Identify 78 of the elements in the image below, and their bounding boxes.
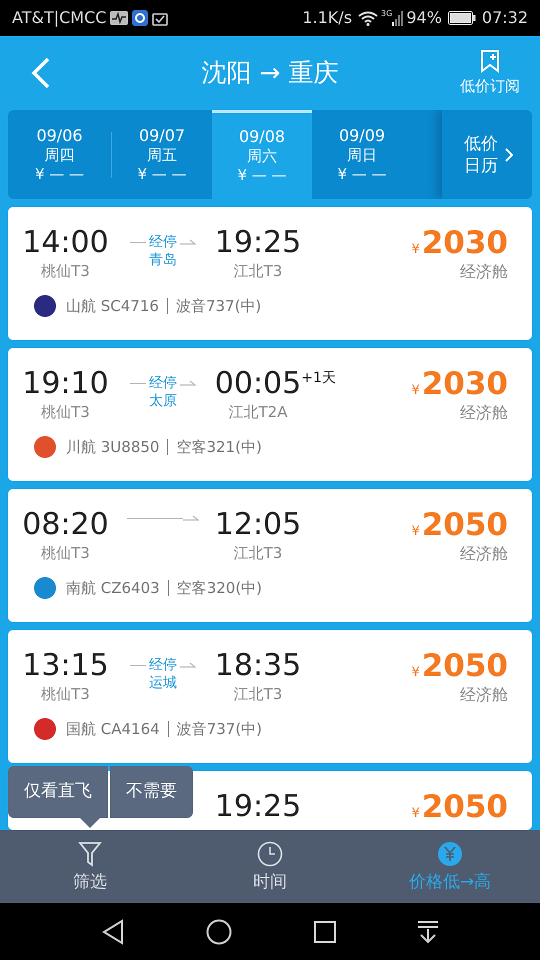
arrival-airport: 江北T3 <box>234 684 282 704</box>
route-title: 沈阳 → 重庆 <box>202 57 338 90</box>
battery-percent: 94% <box>406 7 442 29</box>
home-nav-icon[interactable] <box>206 918 232 944</box>
flight-card[interactable]: 08:20 桃仙T3 12:05 江北T3 ¥2050 经济舱 南航 CZ6403 空客320(中) <box>8 489 532 622</box>
price: ¥2030 <box>411 366 508 402</box>
departure-airport: 桃仙T3 <box>41 402 90 422</box>
arrival-time: 18:35 <box>214 648 302 683</box>
date-tab[interactable]: 09/06 周四 ¥ — — <box>8 110 111 199</box>
popup-option[interactable]: 不需要 <box>110 766 193 818</box>
sort-tab[interactable]: 时间 <box>180 830 360 903</box>
date-tab[interactable]: 09/08 周六 ¥ — — <box>212 110 312 199</box>
departure-time: 13:15 <box>22 648 109 684</box>
network-type: 3G <box>381 8 392 20</box>
signal-icon <box>392 10 404 26</box>
price: ¥2030 <box>411 225 508 261</box>
sort-tab[interactable]: 价格低→高 <box>360 830 540 903</box>
arrival-time: 19:25 <box>214 225 302 260</box>
next-day-label: +1天 <box>301 369 336 388</box>
price: ¥2050 <box>411 789 508 825</box>
notification-pull-icon[interactable] <box>417 920 440 944</box>
stop-label: 经停 <box>148 233 178 251</box>
airline-flight: 山航 SC4716 <box>66 296 159 317</box>
price: ¥2050 <box>411 648 508 684</box>
flight-card[interactable]: 14:00 桃仙T3 经停 青岛 19:25 江北T3 ¥2030 经济舱 山航 SC4716 波音737(中) <box>8 207 532 340</box>
arrival-time: 00:05 <box>214 366 302 401</box>
cabin-class: 经济舱 <box>460 261 508 283</box>
clock-icon <box>257 840 283 866</box>
battery-icon <box>448 11 476 25</box>
departure-time: 14:00 <box>22 225 109 261</box>
departure-time: 08:20 <box>22 507 109 543</box>
stop-city: 太原 <box>149 392 177 410</box>
price: ¥2050 <box>411 507 508 543</box>
popup-option[interactable]: 仅看直飞 <box>8 766 108 818</box>
calendar-button[interactable]: 低价日历 <box>442 110 532 199</box>
carrier-name: AT&T|CMCC <box>12 7 106 29</box>
stop-label: 经停 <box>148 656 178 674</box>
pulse-icon <box>110 11 128 25</box>
aircraft-type: 波音737(中) <box>176 296 262 317</box>
back-icon <box>30 56 52 90</box>
arrival-airport: 江北T3 <box>234 543 282 563</box>
recent-apps-icon[interactable] <box>314 920 336 942</box>
network-speed: 1.1K/s <box>302 7 352 29</box>
bookmark-plus-icon <box>480 48 500 73</box>
chevron-right-icon <box>505 148 513 162</box>
cabin-class: 经济舱 <box>460 543 508 565</box>
arrival-airport: 江北T2A <box>228 402 288 422</box>
stop-city: 青岛 <box>149 251 177 269</box>
clipboard-icon <box>152 10 168 26</box>
arrival-time: 19:25 <box>214 789 302 824</box>
back-nav-icon[interactable] <box>100 918 125 944</box>
wifi-icon <box>358 10 378 26</box>
cabin-class: 经济舱 <box>460 684 508 706</box>
arrival-airport: 江北T3 <box>234 261 282 281</box>
clock-time: 07:32 <box>482 7 528 29</box>
airline-flight: 南航 CZ6403 <box>66 578 160 599</box>
departure-airport: 桃仙T3 <box>41 684 90 704</box>
price-icon <box>437 840 463 866</box>
departure-time: 19:10 <box>22 366 109 402</box>
subscribe-button[interactable]: 低价订阅 <box>460 48 520 98</box>
filter-icon <box>78 840 102 866</box>
stop-city: 运城 <box>149 674 177 692</box>
airline-flight: 国航 CA4164 <box>66 719 160 740</box>
date-tab[interactable]: 09/09 周日 ¥ — — <box>312 110 412 199</box>
aircraft-type: 空客320(中) <box>176 578 262 599</box>
departure-airport: 桃仙T3 <box>41 543 90 563</box>
menu-pointer <box>80 818 100 828</box>
date-tab[interactable]: 09/07 周五 ¥ — — <box>112 110 212 199</box>
sort-tab[interactable]: 筛选 <box>0 830 180 903</box>
airline-flight: 川航 3U8850 <box>66 437 160 458</box>
departure-airport: 桃仙T3 <box>41 261 90 281</box>
aircraft-type: 空客321(中) <box>176 437 262 458</box>
stop-label: 经停 <box>148 374 178 392</box>
aircraft-type: 波音737(中) <box>176 719 262 740</box>
cabin-class: 经济舱 <box>460 402 508 424</box>
flight-card[interactable]: 13:15 桃仙T3 经停 运城 18:35 江北T3 ¥2050 经济舱 国航 CA4164 波音737(中) <box>8 630 532 763</box>
arrival-time: 12:05 <box>214 507 302 542</box>
app-icon <box>132 10 148 26</box>
